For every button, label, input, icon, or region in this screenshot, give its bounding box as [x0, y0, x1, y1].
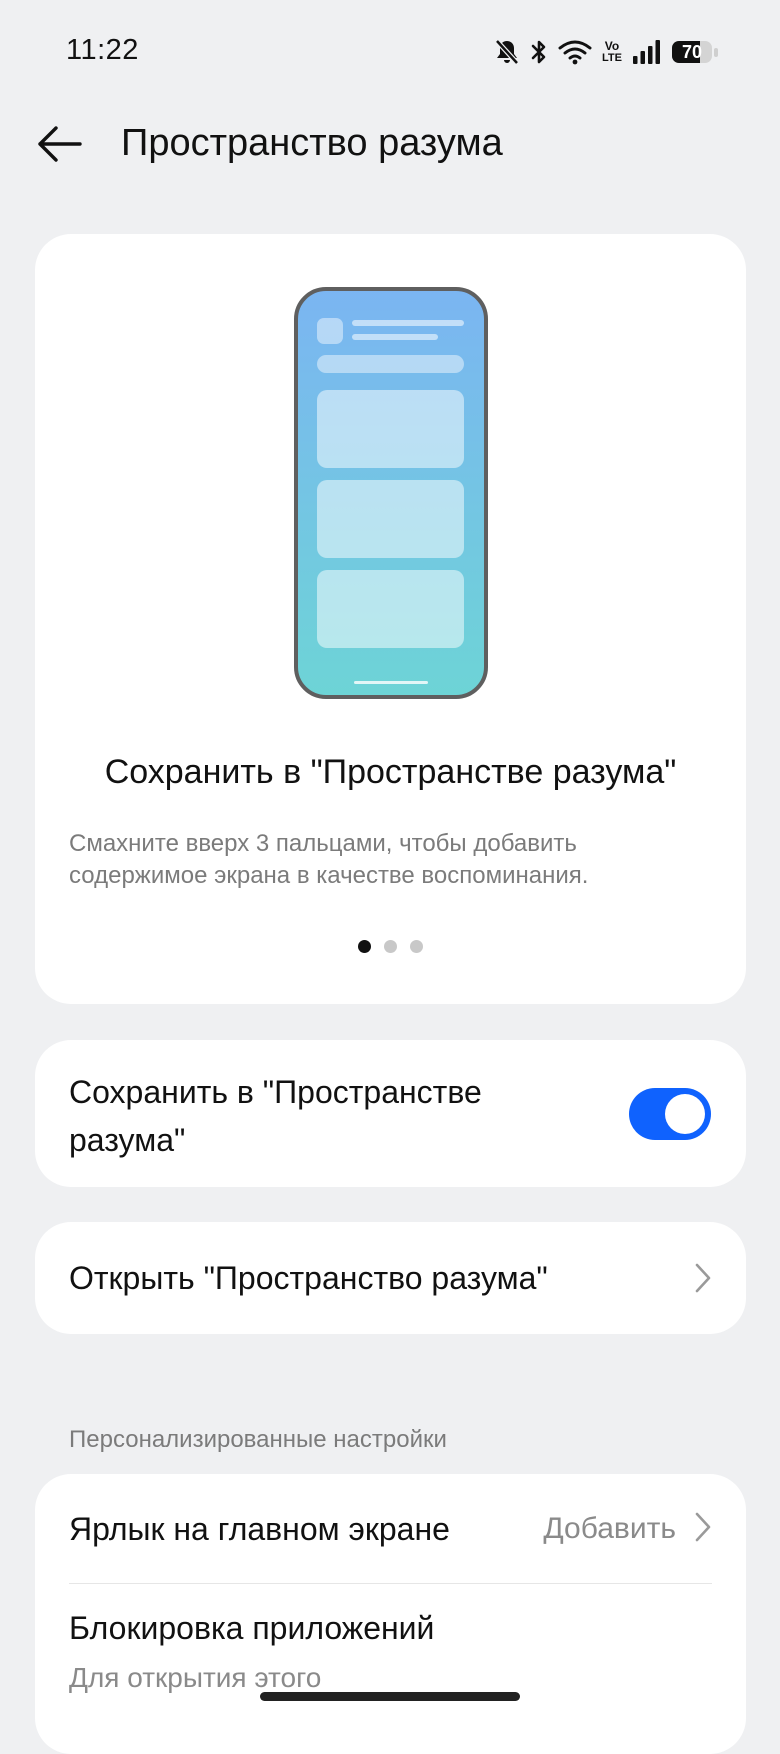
- volte-top-text: Vo: [604, 39, 620, 53]
- home-shortcut-label: Ярлык на главном экране: [69, 1511, 450, 1547]
- save-setting-row: Сохранить в "Пространстве разума": [35, 1040, 746, 1187]
- page-indicator: [35, 940, 746, 953]
- mute-bell-icon: [494, 38, 520, 66]
- toggle-knob: [665, 1094, 705, 1134]
- page-title: Пространство разума: [121, 122, 503, 164]
- home-shortcut-row[interactable]: Ярлык на главном экране Добавить: [35, 1474, 746, 1584]
- status-time: 11:22: [66, 34, 139, 66]
- phone-illustration: [294, 287, 488, 699]
- volte-icon: Vo LTE: [602, 40, 622, 64]
- page-dot-3: [410, 940, 423, 953]
- intro-title: Сохранить в "Пространстве разума": [104, 753, 677, 791]
- app-lock-description: Для открытия этого: [69, 1662, 322, 1693]
- chevron-right-icon: [695, 1512, 711, 1542]
- volte-bottom-text: LTE: [602, 52, 622, 64]
- page-dot-2: [384, 940, 397, 953]
- signal-icon: [632, 39, 662, 65]
- open-mind-space-row[interactable]: Открыть "Пространство разума": [35, 1222, 746, 1334]
- home-shortcut-value: Добавить: [543, 1512, 676, 1545]
- bluetooth-icon: [530, 38, 548, 66]
- intro-description: Смахните вверх 3 пальцами, чтобы добавит…: [69, 830, 589, 889]
- section-title-personalized: Персонализированные настройки: [69, 1426, 447, 1453]
- back-button[interactable]: [34, 118, 86, 170]
- status-bar: 11:22 Vo LTE 70: [0, 0, 780, 100]
- battery-icon: 70: [672, 39, 720, 65]
- chevron-right-icon: [695, 1263, 711, 1293]
- battery-level-text: 70: [681, 42, 703, 62]
- personalized-settings-card: Ярлык на главном экране Добавить Блокиро…: [35, 1474, 746, 1754]
- save-setting-label: Сохранить в "Пространстве разума": [69, 1074, 482, 1158]
- page-dot-1: [358, 940, 371, 953]
- app-lock-label[interactable]: Блокировка приложений: [69, 1610, 434, 1647]
- open-mind-space-label: Открыть "Пространство разума": [69, 1260, 548, 1296]
- status-icons: Vo LTE 70: [494, 34, 720, 70]
- home-indicator[interactable]: [260, 1692, 520, 1701]
- save-toggle-switch[interactable]: [629, 1088, 711, 1140]
- arrow-left-icon: [38, 126, 82, 162]
- intro-card: Сохранить в "Пространстве разума" Смахни…: [35, 234, 746, 1004]
- wifi-icon: [558, 39, 592, 65]
- divider: [69, 1583, 712, 1584]
- app-header: Пространство разума: [0, 100, 780, 190]
